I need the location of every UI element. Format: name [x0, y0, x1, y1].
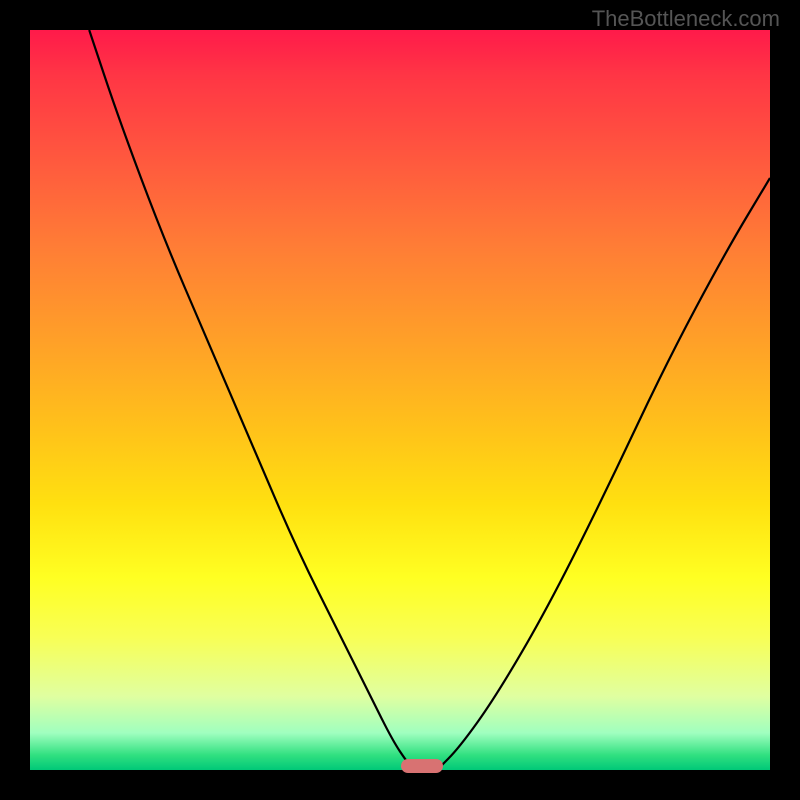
- plot-area: [30, 30, 770, 770]
- chart-container: TheBottleneck.com: [0, 0, 800, 800]
- curve-right: [437, 178, 770, 770]
- watermark-text: TheBottleneck.com: [592, 6, 780, 32]
- curve-left: [89, 30, 415, 770]
- bottleneck-marker: [401, 759, 443, 773]
- curve-svg: [30, 30, 770, 770]
